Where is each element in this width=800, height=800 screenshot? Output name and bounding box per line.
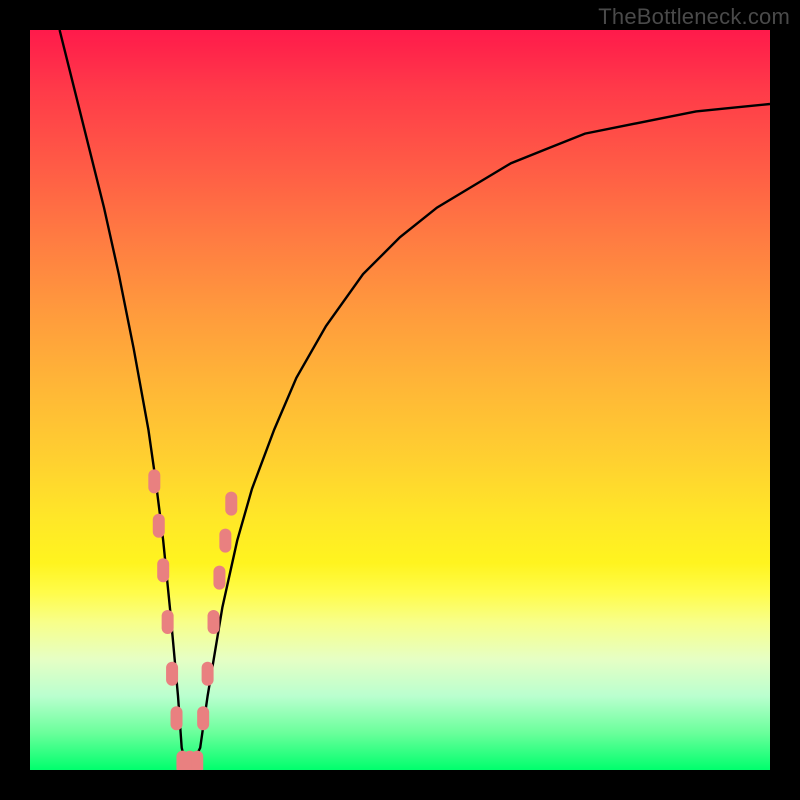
marker-point <box>148 469 160 493</box>
marker-point <box>153 514 165 538</box>
bottleneck-curve <box>60 30 770 763</box>
marker-point <box>191 751 203 770</box>
watermark-text: TheBottleneck.com <box>598 4 790 30</box>
marker-point <box>171 706 183 730</box>
chart-svg <box>30 30 770 770</box>
marker-point <box>225 492 237 516</box>
marker-point <box>162 610 174 634</box>
sample-markers <box>148 469 237 770</box>
marker-point <box>213 566 225 590</box>
marker-point <box>208 610 220 634</box>
chart-frame: TheBottleneck.com <box>0 0 800 800</box>
marker-point <box>157 558 169 582</box>
marker-point <box>166 662 178 686</box>
marker-point <box>219 529 231 553</box>
plot-area <box>30 30 770 770</box>
curve-line <box>60 30 770 763</box>
marker-point <box>202 662 214 686</box>
marker-point <box>197 706 209 730</box>
